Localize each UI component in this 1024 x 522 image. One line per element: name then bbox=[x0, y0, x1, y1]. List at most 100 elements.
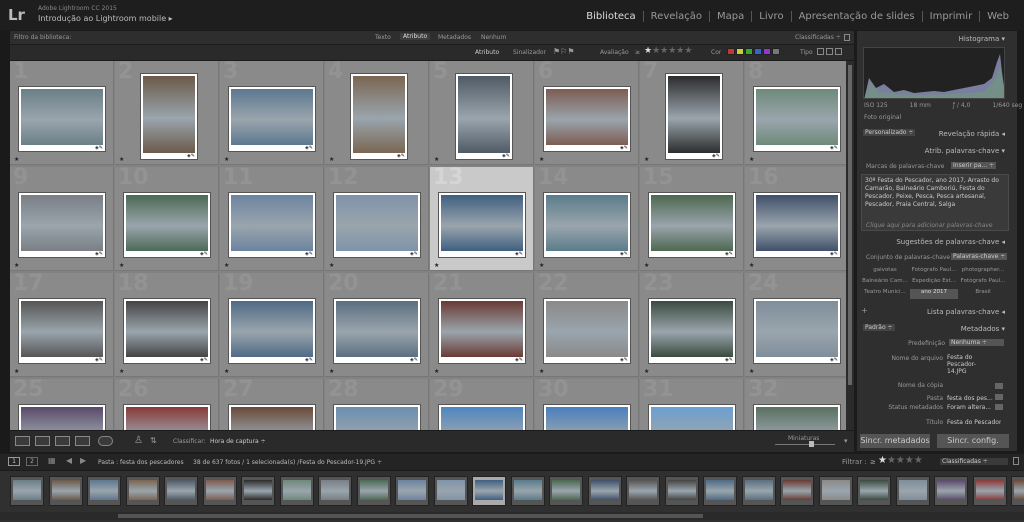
filmstrip-thumbnail[interactable] bbox=[510, 476, 545, 506]
rating-star-icon[interactable]: ★ bbox=[749, 368, 754, 375]
grid-cell[interactable]: 14 ◈✎ ★ bbox=[535, 167, 639, 271]
filter-preset-dropdown[interactable]: Classificadas ÷ bbox=[795, 34, 841, 41]
grid-cell[interactable]: 10 ◈✎ ★ bbox=[115, 167, 219, 271]
grid-cell[interactable]: 24 ◈✎ ★ bbox=[745, 273, 846, 377]
rating-star-icon[interactable]: ★ bbox=[329, 368, 334, 375]
painter-icon[interactable]: ♙ bbox=[134, 435, 143, 446]
field-value-title[interactable]: Festa do Pescador bbox=[947, 419, 1001, 426]
module-3[interactable]: Livro bbox=[751, 11, 790, 22]
mobile-intro-link[interactable]: Introdução ao Lightroom mobile ▸ bbox=[38, 14, 173, 23]
rating-star-icon[interactable]: ★ bbox=[644, 368, 649, 375]
grid-cell[interactable]: 16 ◈✎ ★ bbox=[745, 167, 846, 271]
edit-badge-icon[interactable]: ◈✎ bbox=[620, 357, 628, 363]
filmstrip-thumbnail[interactable] bbox=[857, 476, 891, 506]
sync-metadata-button[interactable]: Sincr. metadados bbox=[860, 434, 930, 448]
color-swatch[interactable] bbox=[772, 48, 780, 55]
keyword-set-item[interactable]: Balneário Cam... bbox=[861, 278, 909, 288]
grid-cell[interactable]: 12 ◈✎ ★ bbox=[325, 167, 429, 271]
edit-badge-icon[interactable]: ◈✎ bbox=[725, 357, 733, 363]
filmstrip-thumbnail[interactable] bbox=[934, 476, 968, 506]
photo-thumbnail[interactable]: ◈✎ bbox=[543, 86, 631, 152]
color-swatch[interactable] bbox=[763, 48, 771, 55]
photo-thumbnail[interactable]: ◈✎ bbox=[228, 298, 316, 364]
rating-star-icon[interactable]: ★ bbox=[539, 368, 544, 375]
edit-badge-icon[interactable]: ◈✎ bbox=[620, 251, 628, 257]
grid-cell[interactable]: 18 ◈✎ ★ bbox=[115, 273, 219, 377]
grid-cell[interactable]: 29◈✎★ bbox=[430, 379, 534, 430]
edit-badge-icon[interactable]: ◈✎ bbox=[305, 145, 313, 151]
histogram-header[interactable]: Histograma ▾ bbox=[857, 33, 1017, 45]
keyword-set-item[interactable]: ano 2017 bbox=[910, 289, 958, 299]
filter-tab-text[interactable]: Texto bbox=[375, 34, 391, 41]
edit-badge-icon[interactable]: ◈✎ bbox=[200, 357, 208, 363]
rating-star-icon[interactable]: ★ bbox=[434, 156, 439, 163]
photo-thumbnail[interactable]: ◈✎ bbox=[228, 86, 316, 152]
photo-thumbnail[interactable]: ◈✎ bbox=[753, 86, 841, 152]
photo-thumbnail[interactable]: ◈✎ bbox=[18, 86, 106, 152]
photo-thumbnail[interactable]: ◈✎ bbox=[543, 192, 631, 258]
rating-star-icon[interactable]: ★ bbox=[434, 368, 439, 375]
photo-thumbnail[interactable]: ◈✎ bbox=[123, 404, 211, 430]
color-swatch[interactable] bbox=[745, 48, 753, 55]
grid-cell[interactable]: 17 ◈✎ ★ bbox=[10, 273, 114, 377]
module-2[interactable]: Mapa bbox=[709, 11, 751, 22]
keywording-header[interactable]: Atrib. palavras-chave ▾ bbox=[857, 145, 1017, 157]
photo-thumbnail[interactable]: ◈✎ bbox=[350, 73, 408, 160]
grid-cell[interactable]: 2 ◈✎ ★ bbox=[115, 61, 219, 165]
photo-thumbnail[interactable]: ◈✎ bbox=[333, 192, 421, 258]
rating-star-icon[interactable]: ★ bbox=[539, 156, 544, 163]
rating-star-icon[interactable]: ★ bbox=[329, 262, 334, 269]
loupe-view-icon[interactable] bbox=[35, 436, 50, 446]
filmstrip-thumbnail[interactable] bbox=[164, 476, 198, 506]
module-5[interactable]: Imprimir bbox=[921, 11, 980, 22]
keyword-set-item[interactable]: Brasil bbox=[959, 289, 1007, 299]
rating-star-icon[interactable]: ★ bbox=[644, 156, 649, 163]
filmstrip-thumbnail[interactable] bbox=[664, 476, 699, 506]
photo-thumbnail[interactable]: ◈✎ bbox=[753, 404, 841, 430]
source-path[interactable]: Pasta : festa dos pescadores bbox=[98, 459, 184, 466]
field-action-icon[interactable] bbox=[995, 394, 1003, 400]
keyword-list-header[interactable]: Lista palavras-chave ◂ bbox=[857, 306, 1017, 318]
keyword-suggestions-header[interactable]: Sugestões de palavras-chave ◂ bbox=[857, 236, 1017, 248]
quick-develop-header[interactable]: Revelação rápida ◂ bbox=[857, 128, 1017, 140]
people-view-icon[interactable] bbox=[98, 436, 113, 446]
module-1[interactable]: Revelação bbox=[642, 11, 709, 22]
rating-star-icon[interactable]: ★ bbox=[644, 262, 649, 269]
metadata-predef-dropdown[interactable]: Nenhuma ÷ bbox=[949, 339, 1004, 346]
keyword-set-item[interactable]: Expedição Est... bbox=[910, 278, 958, 288]
filmstrip-thumbnail[interactable] bbox=[626, 476, 660, 506]
grid-cell[interactable]: 5 ◈✎ ★ bbox=[430, 61, 534, 165]
field-value-folder[interactable]: festa dos pes... bbox=[947, 395, 993, 402]
grid-cell[interactable]: 28◈✎★ bbox=[325, 379, 429, 430]
grid-cell[interactable]: 27◈✎★ bbox=[220, 379, 324, 430]
edit-badge-icon[interactable]: ◈✎ bbox=[410, 251, 418, 257]
filter-tab-attribute[interactable]: Atributo bbox=[400, 33, 431, 40]
right-edge-toggle[interactable] bbox=[1017, 31, 1024, 451]
photo-thumbnail[interactable]: ◈✎ bbox=[753, 298, 841, 364]
filmstrip-thumbnail[interactable] bbox=[279, 476, 314, 506]
window-2-button[interactable]: 2 bbox=[26, 457, 38, 466]
sort-dropdown[interactable]: Hora de captura ÷ bbox=[210, 438, 266, 445]
edit-badge-icon[interactable]: ◈✎ bbox=[397, 153, 405, 159]
photo-thumbnail[interactable]: ◈✎ bbox=[438, 404, 526, 430]
grid-cell[interactable]: 11 ◈✎ ★ bbox=[220, 167, 324, 271]
edit-badge-icon[interactable]: ◈✎ bbox=[515, 251, 523, 257]
rating-star-icon[interactable]: ★ bbox=[329, 156, 334, 163]
filmstrip-thumbnail[interactable] bbox=[48, 476, 83, 506]
grid-cell[interactable]: 30◈✎★ bbox=[535, 379, 639, 430]
filter-tab-none[interactable]: Nenhum bbox=[481, 34, 506, 41]
photo-thumbnail[interactable]: ◈✎ bbox=[18, 192, 106, 258]
field-action-icon[interactable] bbox=[995, 383, 1003, 389]
module-6[interactable]: Web bbox=[979, 11, 1016, 22]
lock-icon[interactable] bbox=[844, 34, 850, 41]
grid-cell[interactable]: 21 ◈✎ ★ bbox=[430, 273, 534, 377]
grid-cell[interactable]: 23 ◈✎ ★ bbox=[640, 273, 744, 377]
photo-thumbnail[interactable]: ◈✎ bbox=[543, 298, 631, 364]
edit-badge-icon[interactable]: ◈✎ bbox=[410, 357, 418, 363]
filter-stars-bottom[interactable]: ★★★★★ bbox=[878, 455, 923, 466]
photo-thumbnail[interactable]: ◈✎ bbox=[123, 298, 211, 364]
scrollbar-thumb[interactable] bbox=[848, 65, 852, 385]
thumbnail-size-slider[interactable] bbox=[775, 444, 835, 445]
filmstrip-thumbnail[interactable] bbox=[318, 476, 352, 506]
filmstrip-thumbnail[interactable] bbox=[87, 476, 121, 506]
